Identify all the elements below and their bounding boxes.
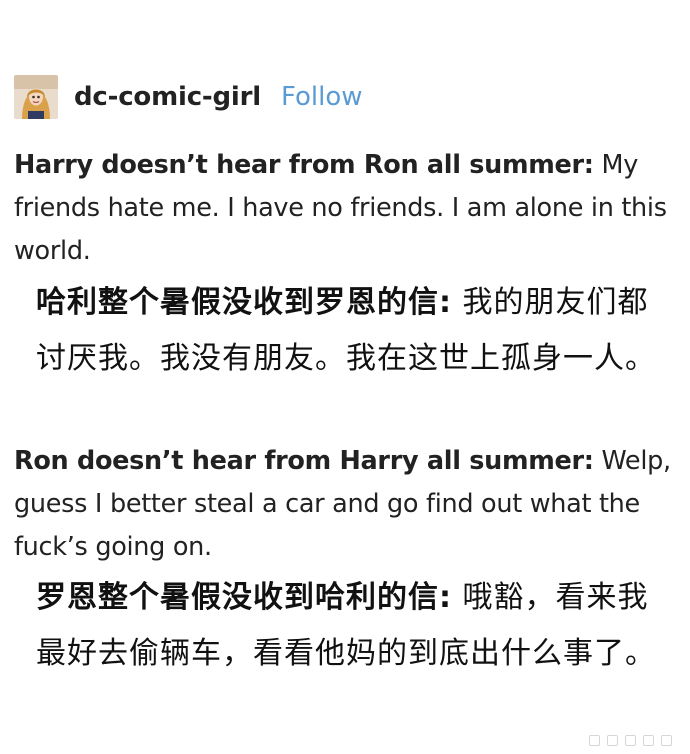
post-paragraph-2: Ron doesn’t hear from Harry all summer: … xyxy=(14,440,678,569)
username-link[interactable]: dc-comic-girl xyxy=(74,82,261,112)
watermark-icon xyxy=(589,735,672,746)
paragraph-1-bold: Harry doesn’t hear from Ron all summer: xyxy=(14,150,594,180)
paragraph-2-bold: Ron doesn’t hear from Harry all summer: xyxy=(14,446,594,476)
follow-button[interactable]: Follow xyxy=(281,82,363,112)
translation-paragraph-2: 罗恩整个暑假没收到哈利的信: 哦豁，看来我最好去偷辆车，看看他妈的到底出什么事了… xyxy=(36,570,656,682)
avatar-icon xyxy=(14,75,58,119)
post-header: dc-comic-girl Follow xyxy=(14,72,363,122)
post-paragraph-1: Harry doesn’t hear from Ron all summer: … xyxy=(14,144,678,273)
tumblr-post: dc-comic-girl Follow Harry doesn’t hear … xyxy=(0,0,690,754)
avatar[interactable] xyxy=(14,75,58,119)
translation-2-bold: 罗恩整个暑假没收到哈利的信: xyxy=(36,580,452,615)
translation-paragraph-1: 哈利整个暑假没收到罗恩的信: 我的朋友们都讨厌我。我没有朋友。我在这世上孤身一人… xyxy=(36,275,656,387)
translation-1-bold: 哈利整个暑假没收到罗恩的信: xyxy=(36,285,452,320)
